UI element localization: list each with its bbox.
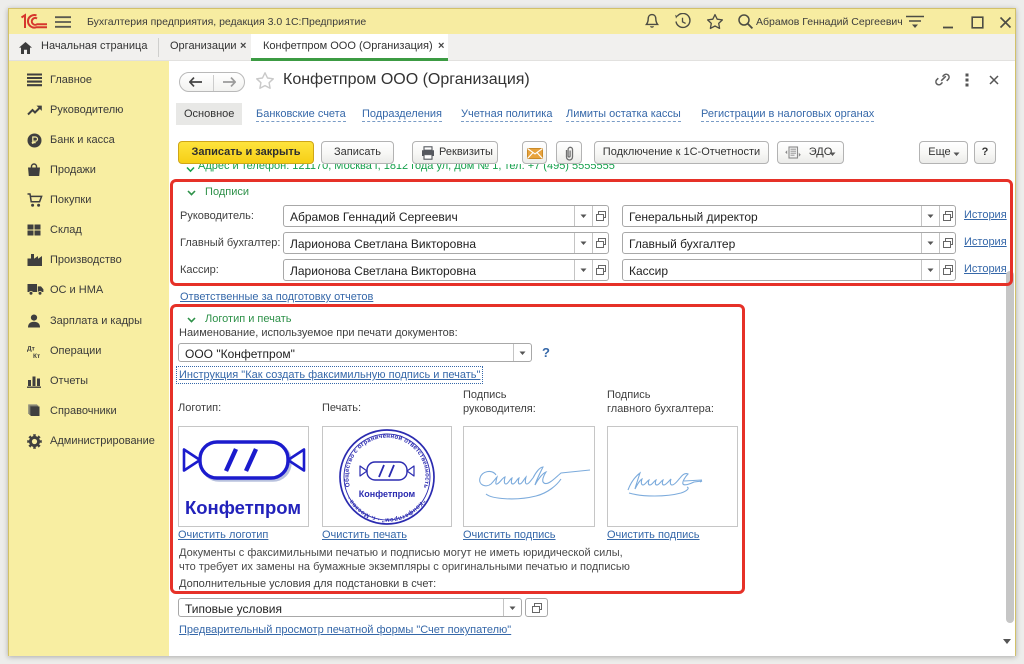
svg-text:Кт: Кт <box>33 353 40 359</box>
svg-text:Конфетпром: Конфетпром <box>185 497 301 518</box>
svg-text:Конфетпром: Конфетпром <box>359 489 416 499</box>
svg-text:"Конфетпром" · г. Москва ·: "Конфетпром" · г. Москва · <box>346 495 427 524</box>
svg-text:Дт: Дт <box>27 346 35 353</box>
